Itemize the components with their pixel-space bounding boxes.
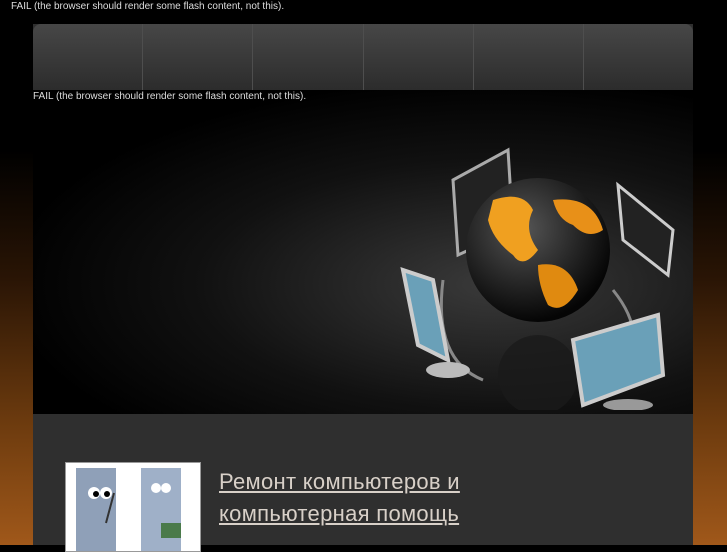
headline-line-2: компьютерная помощь (219, 501, 460, 526)
nav-item-2[interactable] (143, 24, 254, 90)
nav-item-3[interactable] (253, 24, 364, 90)
nav-item-5[interactable] (474, 24, 584, 90)
page-container: FAIL (the browser should render some fla… (33, 24, 693, 552)
nav-item-4[interactable] (364, 24, 474, 90)
globe-network-illustration (400, 147, 675, 410)
computer-repair-image (65, 462, 201, 552)
flash-fallback-text: FAIL (the browser should render some fla… (11, 1, 285, 12)
nav-item-6[interactable] (584, 24, 693, 90)
headline-line-1: Ремонт компьютеров и (219, 469, 460, 494)
content-section: Ремонт компьютеров и компьютерная помощь (33, 414, 693, 552)
nav-item-1[interactable] (33, 24, 144, 90)
hero-banner: FAIL (the browser should render some fla… (33, 90, 693, 414)
service-headline-link[interactable]: Ремонт компьютеров и компьютерная помощь (219, 466, 460, 530)
hero-flash-fallback-text: FAIL (the browser should render some fla… (33, 91, 307, 102)
main-nav (33, 24, 693, 90)
